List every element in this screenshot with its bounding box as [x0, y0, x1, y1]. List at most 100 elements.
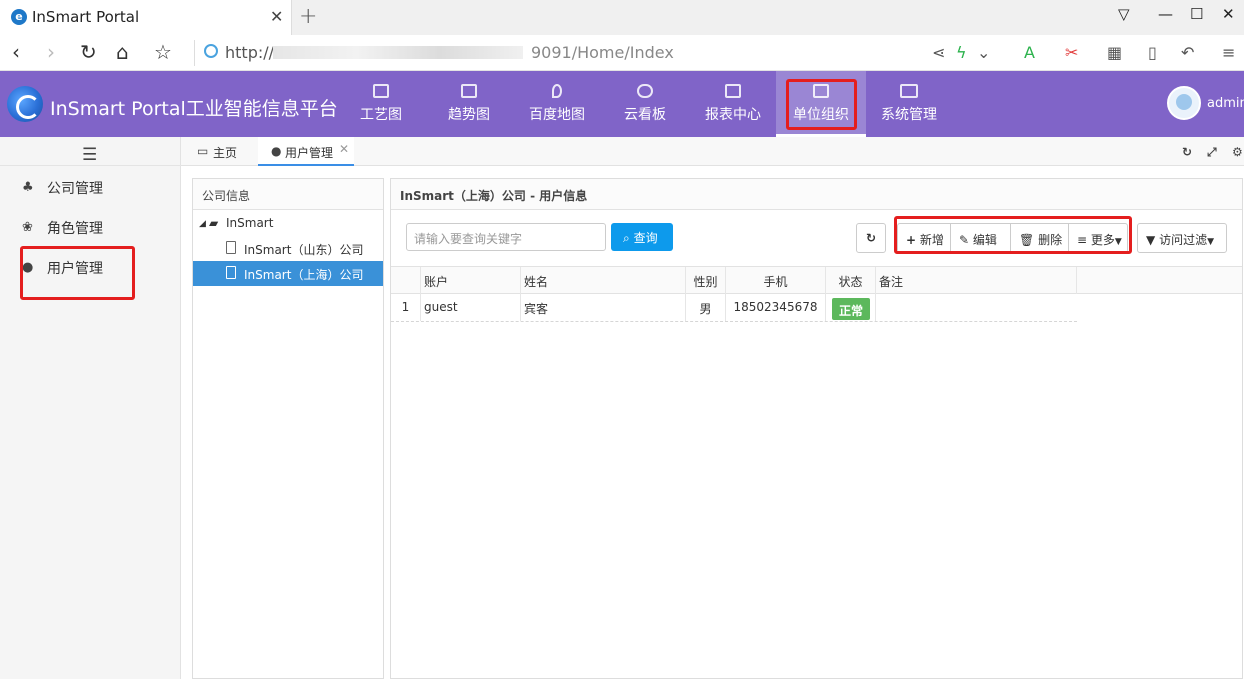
cell-remark — [876, 294, 1077, 321]
coffee-icon — [813, 84, 829, 98]
tab-close-icon[interactable]: ✕ — [339, 142, 349, 156]
sidebar-item-role[interactable]: ❀ 角色管理 — [0, 208, 180, 248]
menu-label: 百度地图 — [529, 107, 585, 123]
undo-icon[interactable]: ↶ — [1181, 43, 1194, 62]
fullscreen-icon[interactable]: ⤢ — [1207, 145, 1217, 160]
edit-button[interactable]: ✎ 编辑 — [950, 223, 1010, 253]
add-button[interactable]: + 新增 — [897, 223, 950, 253]
avatar[interactable] — [1167, 86, 1201, 120]
access-filter-label: 访问过滤 — [1159, 233, 1208, 247]
settings-gear-icon[interactable]: ⚙ — [1232, 145, 1243, 159]
user-table-header: 账户 姓名 性别 手机 状态 备注 — [391, 266, 1242, 294]
menu-organization[interactable]: 单位组织 — [776, 71, 866, 137]
url-field[interactable]: http:// 9091/Home/Index — [194, 40, 1004, 66]
cell-status: 正常 — [826, 294, 876, 321]
tablet-icon[interactable]: ▯ — [1148, 43, 1157, 62]
url-redacted — [273, 46, 523, 59]
paw-icon: ❀ — [22, 220, 33, 235]
add-button-label: 新增 — [919, 233, 944, 247]
file-icon — [226, 266, 236, 279]
tab-label: 用户管理 — [285, 146, 334, 160]
column-header-index — [391, 267, 421, 294]
status-badge: 正常 — [832, 298, 870, 320]
edit-button-label: 编辑 — [972, 233, 997, 247]
username[interactable]: admin — [1207, 96, 1244, 111]
column-header-gender[interactable]: 性别 — [686, 267, 726, 294]
user-icon: ● — [22, 260, 34, 275]
menu-trend-chart[interactable]: 趋势图 — [438, 71, 500, 137]
cell-gender: 男 — [686, 294, 726, 321]
sidebar-item-company[interactable]: ♣ 公司管理 — [0, 168, 180, 208]
apps-grid-icon[interactable]: ▦ — [1107, 43, 1122, 62]
chevron-down-icon[interactable]: ⌄ — [977, 43, 990, 62]
browser-tab-title: InSmart Portal — [32, 8, 140, 26]
tab-user-management[interactable]: ● 用户管理 ✕ — [258, 137, 354, 166]
desktop-icon — [900, 84, 918, 98]
table-row[interactable]: 1 guest 宾客 男 18502345678 正常 — [391, 294, 1077, 322]
reload-icon[interactable]: ↻ — [80, 40, 97, 64]
tree-node-shandong[interactable]: InSmart（山东）公司 — [193, 236, 383, 261]
browser-tab-close-icon[interactable]: ✕ — [270, 7, 283, 26]
lightning-icon[interactable]: ϟ — [956, 43, 967, 62]
refresh-tab-icon[interactable]: ↻ — [1182, 145, 1192, 159]
map-marker-icon — [552, 84, 562, 98]
menu-report-center[interactable]: 报表中心 — [698, 71, 768, 137]
browser-tab-bar: e InSmart Portal ✕ + ▽ — ☐ ✕ — [0, 0, 1244, 35]
search-icon: ⌕ — [623, 231, 630, 245]
content-tab-bar: ▭ 主页 ● 用户管理 ✕ ↻ ⤢ ⚙ — [181, 137, 1244, 166]
translate-icon[interactable]: A — [1024, 43, 1035, 62]
plus-icon: + — [906, 233, 917, 247]
menu-system-management[interactable]: 系统管理 — [874, 71, 944, 137]
area-chart-icon — [725, 84, 741, 98]
edit-icon: ✎ — [959, 233, 970, 247]
maximize-button[interactable]: ☐ — [1190, 5, 1203, 23]
close-window-button[interactable]: ✕ — [1222, 5, 1235, 23]
sidebar-item-label: 公司管理 — [47, 181, 103, 197]
trash-icon: 🗑 — [1019, 233, 1035, 247]
forward-button[interactable]: › — [47, 40, 55, 64]
column-header-account[interactable]: 账户 — [421, 267, 521, 294]
cell-name: 宾客 — [521, 294, 686, 321]
column-header-status[interactable]: 状态 — [826, 267, 876, 294]
access-filter-button[interactable]: ▼ 访问过滤▼ — [1137, 223, 1227, 253]
company-tree-panel: 公司信息 ◢ ▰ InSmart InSmart（山东）公司 InSmart（上… — [192, 178, 384, 679]
list-icon: ≡ — [1077, 233, 1088, 247]
menu-process-diagram[interactable]: 工艺图 — [350, 71, 412, 137]
search-button[interactable]: ⌕ 查询 — [611, 223, 673, 251]
menu-icon[interactable]: ≡ — [1222, 43, 1235, 62]
image-icon — [373, 84, 389, 98]
share-icon[interactable]: ⋖ — [932, 43, 945, 62]
pin-icon[interactable]: ▽ — [1118, 5, 1130, 23]
new-tab-button[interactable]: + — [299, 4, 317, 29]
desktop-icon: ▭ — [197, 144, 209, 158]
column-header-remark[interactable]: 备注 — [876, 267, 1077, 294]
tree-node-label: InSmart（上海）公司 — [244, 268, 364, 282]
user-info-panel: InSmart（上海）公司 - 用户信息 请输入要查询关键字 ⌕ 查询 ↻ + … — [390, 178, 1243, 679]
sidebar-item-user[interactable]: ● 用户管理 — [0, 248, 180, 288]
search-input[interactable]: 请输入要查询关键字 — [406, 223, 606, 251]
url-tail: 9091/Home/Index — [531, 43, 674, 62]
caret-down-icon: ▼ — [1207, 237, 1214, 247]
column-header-name[interactable]: 姓名 — [521, 267, 686, 294]
tab-home[interactable]: ▭ 主页 — [193, 137, 255, 166]
favorite-star-icon[interactable]: ☆ — [154, 40, 172, 64]
company-tree-header: 公司信息 — [193, 179, 383, 210]
minimize-button[interactable]: — — [1158, 5, 1173, 23]
more-button[interactable]: ≡ 更多▼ — [1068, 223, 1128, 253]
folder-open-icon: ▰ — [209, 216, 219, 230]
column-header-phone[interactable]: 手机 — [726, 267, 826, 294]
tree-node-root[interactable]: ◢ ▰ InSmart — [193, 211, 383, 236]
tree-node-shanghai[interactable]: InSmart（上海）公司 — [193, 261, 383, 286]
menu-label: 工艺图 — [360, 107, 402, 123]
back-button[interactable]: ‹ — [12, 40, 20, 64]
browser-tab[interactable]: e InSmart Portal ✕ — [0, 0, 292, 35]
menu-baidu-map[interactable]: 百度地图 — [522, 71, 592, 137]
refresh-button[interactable]: ↻ — [856, 223, 886, 253]
home-icon[interactable]: ⌂ — [116, 40, 129, 64]
caret-down-icon[interactable]: ◢ — [199, 219, 206, 229]
menu-cloud-board[interactable]: 云看板 — [614, 71, 676, 137]
sidebar-collapse-icon[interactable]: ☰ — [82, 145, 97, 165]
delete-button[interactable]: 🗑 删除 — [1010, 223, 1068, 253]
tree-node-label: InSmart（山东）公司 — [244, 243, 364, 257]
scissors-icon[interactable]: ✂ — [1065, 43, 1078, 62]
